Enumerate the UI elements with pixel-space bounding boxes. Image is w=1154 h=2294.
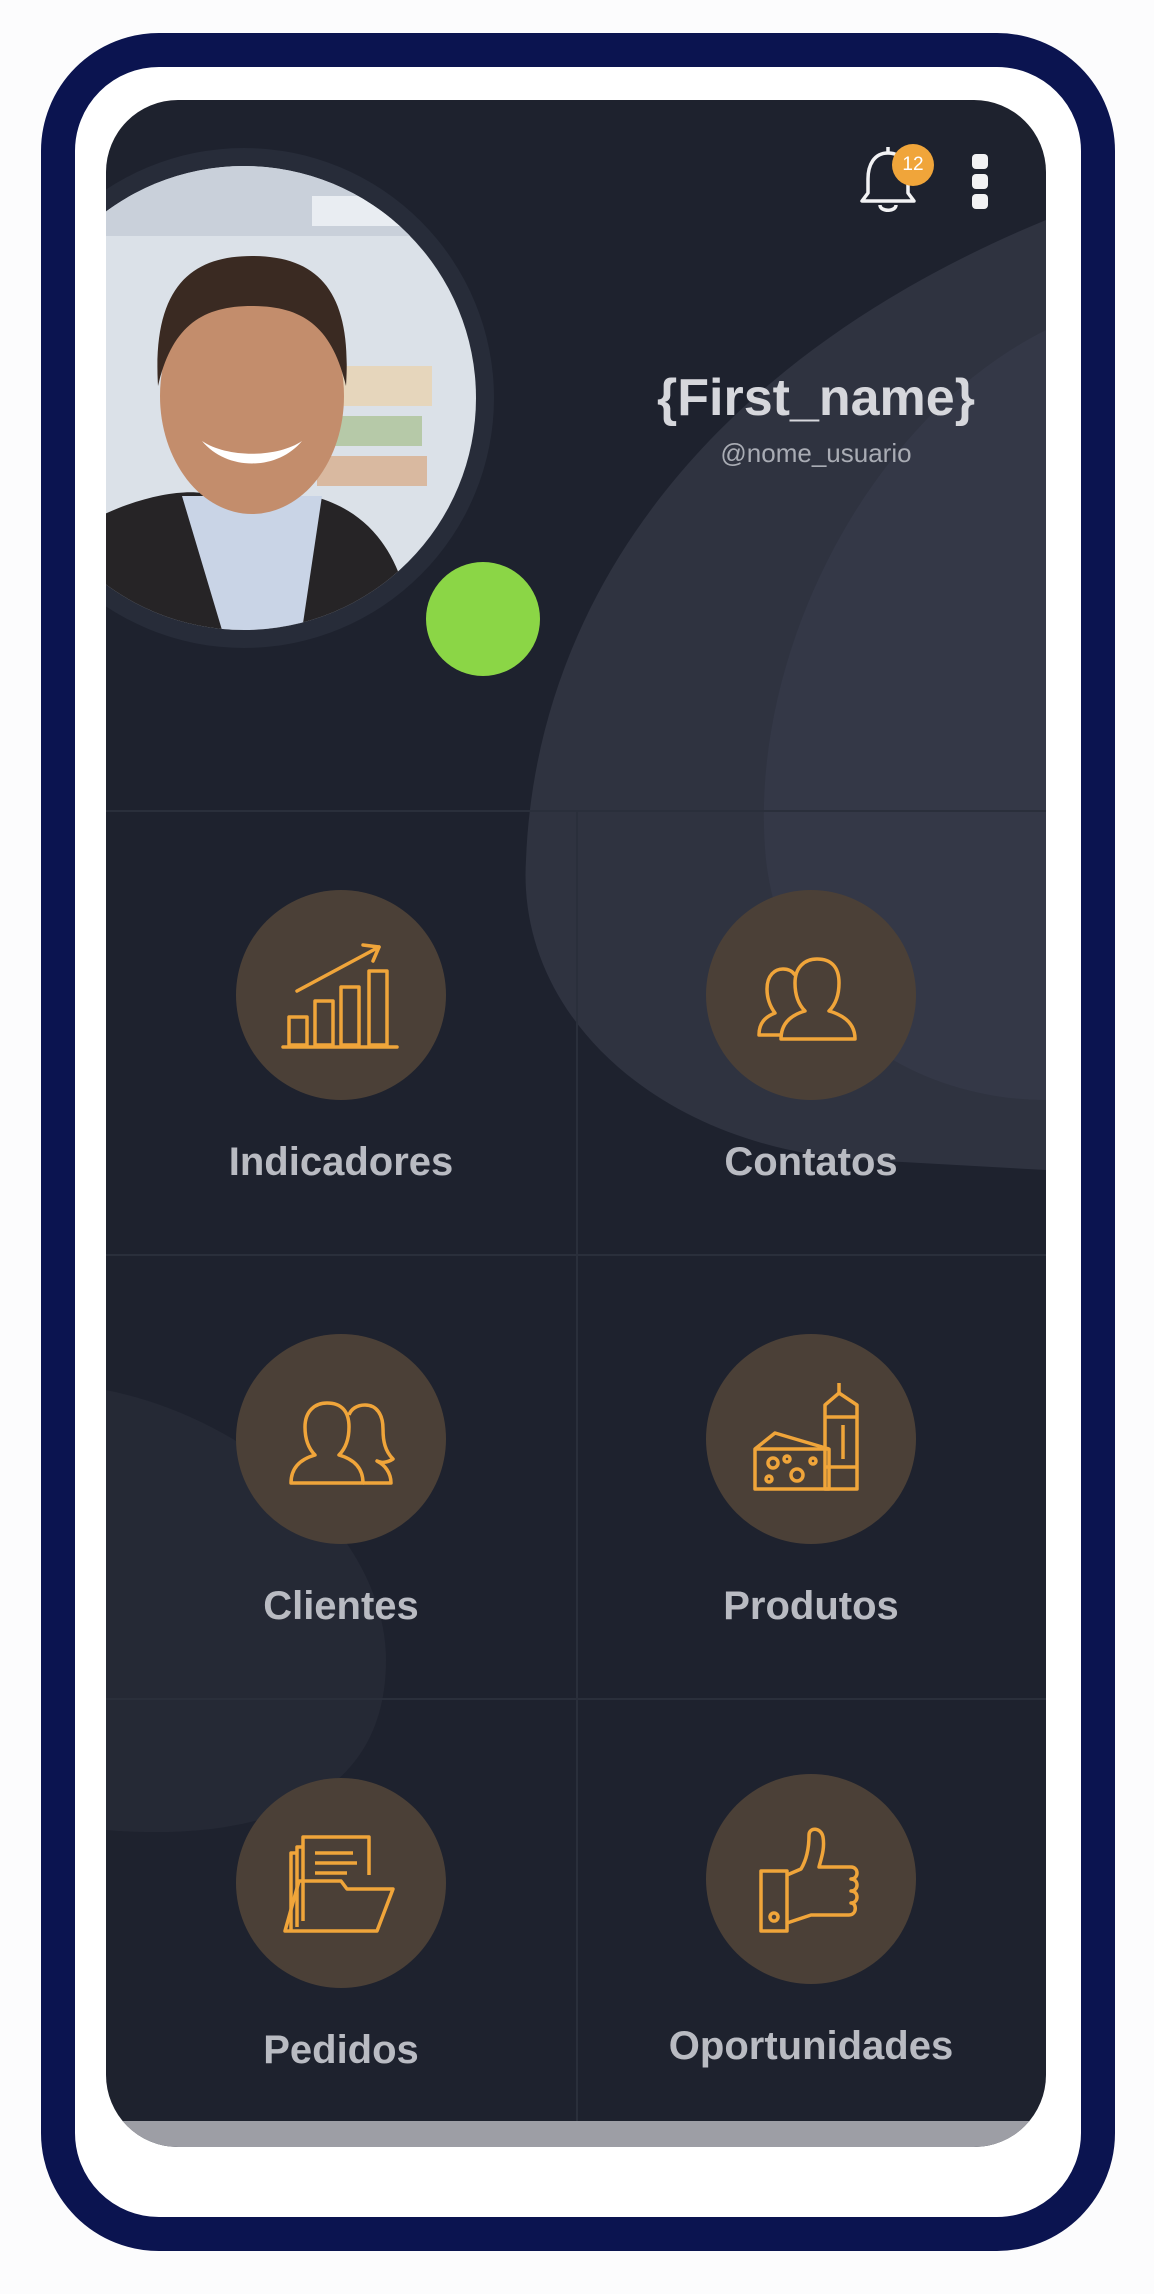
tile-icon-circle xyxy=(236,890,446,1100)
profile-header: {First_name} @nome_usuario 12 xyxy=(106,100,1046,810)
tile-label: Contatos xyxy=(724,1140,898,1184)
notification-badge[interactable]: 12 xyxy=(892,144,934,186)
menu-grid: Indicadores Contatos Clientes Produtos P… xyxy=(106,810,1046,2147)
folder-documents-icon xyxy=(283,1835,395,1933)
products-icon xyxy=(753,1383,859,1491)
tile-icon-circle xyxy=(706,890,916,1100)
tile-label: Produtos xyxy=(723,1584,899,1628)
tile-contatos[interactable]: Contatos xyxy=(576,810,1046,1254)
tile-label: Clientes xyxy=(263,1584,419,1628)
tile-icon-circle xyxy=(706,1774,916,1984)
tile-label: Indicadores xyxy=(228,1140,454,1184)
app-screen: {First_name} @nome_usuario 12 Indicadore… xyxy=(106,100,1046,2147)
tile-label: Oportunidades xyxy=(668,2024,954,2068)
tile-indicadores[interactable]: Indicadores xyxy=(106,810,576,1254)
tile-icon-circle xyxy=(236,1778,446,1988)
online-status-dot xyxy=(426,562,540,676)
kebab-menu-icon[interactable] xyxy=(970,154,990,214)
thumbs-up-icon xyxy=(759,1827,859,1933)
contacts-icon xyxy=(757,957,857,1041)
profile-first-name: {First_name} xyxy=(657,369,975,427)
tile-label: Pedidos xyxy=(263,2028,419,2072)
bar-chart-trend-icon xyxy=(281,943,399,1049)
tile-produtos[interactable]: Produtos xyxy=(576,1254,1046,1698)
tile-pedidos[interactable]: Pedidos xyxy=(106,1698,576,2142)
tile-oportunidades[interactable]: Oportunidades xyxy=(576,1698,1046,2142)
profile-username: @nome_usuario xyxy=(720,438,912,468)
tile-icon-circle xyxy=(236,1334,446,1544)
tile-icon-circle xyxy=(706,1334,916,1544)
clients-icon xyxy=(289,1401,395,1485)
home-indicator-strip xyxy=(106,2121,1046,2147)
tile-clientes[interactable]: Clientes xyxy=(106,1254,576,1698)
